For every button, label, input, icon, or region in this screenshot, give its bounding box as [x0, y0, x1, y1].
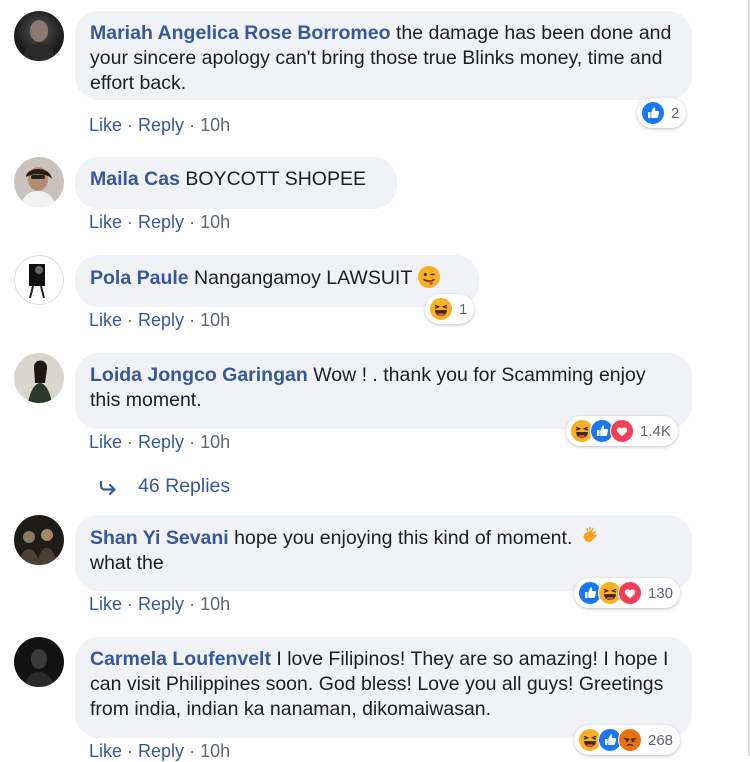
like-link[interactable]: Like	[89, 741, 122, 761]
avatar[interactable]	[14, 255, 64, 305]
reaction-count: 130	[648, 584, 674, 602]
reaction-count: 1.4K	[640, 422, 671, 440]
reply-link[interactable]: Reply	[138, 741, 184, 761]
comment-actions: Like · Reply · 10h	[89, 310, 230, 331]
avatar-silhouette-icon	[22, 20, 56, 61]
timestamp[interactable]: 10h	[200, 432, 230, 452]
reply-link[interactable]: Reply	[138, 310, 184, 330]
reaction-count: 268	[648, 731, 674, 749]
reaction-summary[interactable]: 268	[574, 725, 681, 755]
separator-dot: ·	[189, 212, 196, 232]
comment-author[interactable]: Maila Cas	[90, 168, 180, 190]
avatar[interactable]	[14, 637, 64, 687]
timestamp[interactable]: 10h	[200, 741, 230, 761]
comment-text: Nangangamoy LAWSUIT	[188, 267, 418, 289]
avatar-photo-icon	[24, 649, 54, 687]
comment-bubble: Pola Paule Nangangamoy LAWSUIT	[75, 255, 479, 307]
clapping-emoji-icon	[578, 525, 602, 549]
reaction-summary[interactable]: 1.4K	[566, 416, 678, 446]
comment-actions: Like · Reply · 10h	[89, 741, 230, 762]
separator-dot: ·	[127, 741, 134, 761]
comment-actions: Like · Reply · 10h	[89, 115, 230, 136]
comment-author[interactable]: Loida Jongco Garingan	[90, 364, 308, 386]
comment-text-line2: what the	[90, 552, 164, 574]
comment-bubble: Mariah Angelica Rose Borromeo the damage…	[75, 11, 692, 100]
angry-icon	[618, 728, 642, 752]
reaction-summary[interactable]: 2	[637, 98, 687, 128]
reply-arrow-icon	[99, 480, 116, 495]
like-icon	[641, 101, 665, 125]
separator-dot: ·	[189, 432, 196, 452]
separator-dot: ·	[127, 432, 134, 452]
avatar[interactable]	[14, 515, 64, 565]
comment-author[interactable]: Mariah Angelica Rose Borromeo	[90, 22, 391, 44]
comment-actions: Like · Reply · 10h	[89, 212, 230, 233]
separator-dot: ·	[127, 115, 134, 135]
separator-dot: ·	[189, 310, 196, 330]
reaction-summary[interactable]: 1	[425, 294, 475, 324]
avatar-photo-icon	[20, 167, 56, 207]
love-icon	[618, 581, 642, 605]
timestamp[interactable]: 10h	[200, 310, 230, 330]
timestamp[interactable]: 10h	[200, 115, 230, 135]
reply-link[interactable]: Reply	[138, 594, 184, 614]
avatar[interactable]	[14, 157, 64, 207]
separator-dot: ·	[189, 115, 196, 135]
comment-bubble: Maila Cas BOYCOTT SHOPEE	[75, 157, 397, 209]
comment-author[interactable]: Carmela Loufenvelt	[90, 648, 271, 670]
timestamp[interactable]: 10h	[200, 212, 230, 232]
like-link[interactable]: Like	[89, 212, 122, 232]
avatar-figure-icon	[29, 264, 45, 299]
separator-dot: ·	[127, 310, 134, 330]
separator-dot: ·	[189, 741, 196, 761]
separator-dot: ·	[189, 594, 196, 614]
avatar[interactable]	[14, 11, 64, 61]
separator-dot: ·	[127, 212, 134, 232]
reply-link[interactable]: Reply	[138, 115, 184, 135]
like-link[interactable]: Like	[89, 310, 122, 330]
tongue-emoji-icon	[417, 265, 441, 289]
avatar[interactable]	[14, 353, 64, 403]
comment-text: hope you enjoying this kind of moment.	[228, 527, 578, 549]
avatar-photo-icon	[28, 360, 52, 403]
reply-link[interactable]: Reply	[138, 432, 184, 452]
separator-dot: ·	[127, 594, 134, 614]
view-replies-link[interactable]: 46 Replies	[98, 475, 230, 498]
reply-link[interactable]: Reply	[138, 212, 184, 232]
like-link[interactable]: Like	[89, 432, 122, 452]
comment-actions: Like · Reply · 10h	[89, 594, 230, 615]
comment-actions: Like · Reply · 10h	[89, 432, 230, 453]
reaction-count: 2	[671, 104, 680, 122]
timestamp[interactable]: 10h	[200, 594, 230, 614]
reaction-count: 1	[459, 300, 468, 318]
avatar-group-photo-icon	[19, 529, 57, 565]
comment-author[interactable]: Pola Paule	[90, 267, 189, 289]
comment-text: BOYCOTT SHOPEE	[179, 168, 366, 190]
replies-count-label[interactable]: 46 Replies	[138, 475, 230, 498]
reaction-summary[interactable]: 130	[574, 578, 681, 608]
love-icon	[610, 419, 634, 443]
haha-icon	[429, 297, 453, 321]
comment-bubble: Carmela Loufenvelt I love Filipinos! The…	[75, 637, 692, 738]
like-link[interactable]: Like	[89, 115, 122, 135]
comment-author[interactable]: Shan Yi Sevani	[90, 527, 229, 549]
like-link[interactable]: Like	[89, 594, 122, 614]
